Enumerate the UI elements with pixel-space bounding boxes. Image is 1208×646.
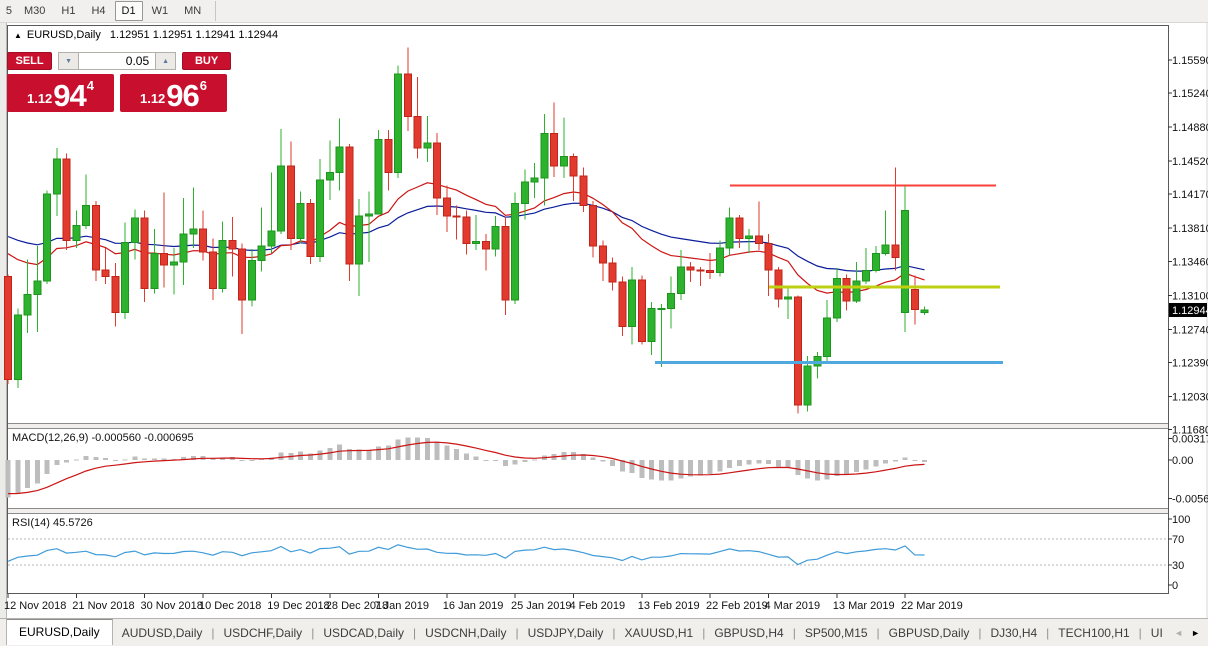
- symbol-tab-bar: EURUSD,DailyAUDUSD,Daily|USDCHF,Daily|US…: [0, 618, 1208, 646]
- toolbar-separator: [215, 1, 216, 21]
- rsi-axis: 100 70 30 0: [1168, 514, 1190, 592]
- sell-price-big: 94: [53, 81, 85, 110]
- svg-text:1.12390: 1.12390: [1172, 357, 1208, 369]
- volume-decrease-icon[interactable]: ▼: [58, 52, 79, 70]
- svg-text:25 Jan 2019: 25 Jan 2019: [511, 600, 572, 612]
- timeframe-button-H4[interactable]: H4: [84, 1, 112, 21]
- buy-button[interactable]: BUY: [182, 52, 231, 70]
- svg-text:1.12030: 1.12030: [1172, 391, 1208, 403]
- svg-text:0.003177: 0.003177: [1172, 433, 1208, 445]
- timeframe-button-MN[interactable]: MN: [177, 1, 208, 21]
- tab-usdcnh-daily[interactable]: USDCNH,Daily: [416, 622, 515, 644]
- svg-text:1.15590: 1.15590: [1172, 55, 1208, 67]
- macd-label: MACD(12,26,9) -0.000560 -0.000695: [12, 432, 194, 444]
- tab-tech100-h1[interactable]: TECH100,H1: [1049, 622, 1138, 644]
- one-click-trading-panel: SELL ▼ 0.05 ▲ BUY 1.12 94 4 1.12 96 6: [7, 52, 231, 112]
- svg-text:1.14170: 1.14170: [1172, 189, 1208, 201]
- timeframe-bar: 5M30H1H4D1W1MN: [0, 1, 209, 21]
- svg-text:1.12944: 1.12944: [1172, 305, 1208, 317]
- rsi-line: [8, 545, 925, 565]
- tab-scroll-right-icon[interactable]: ►: [1191, 628, 1200, 638]
- svg-text:12 Nov 2018: 12 Nov 2018: [4, 600, 66, 612]
- timeframe-button-D1[interactable]: D1: [115, 1, 143, 21]
- chart-shift-icon: ▲: [14, 31, 22, 40]
- svg-text:1.15240: 1.15240: [1172, 88, 1208, 100]
- chart-title: EURUSD,Daily: [27, 29, 101, 41]
- tab-eurusd-daily[interactable]: EURUSD,Daily: [6, 619, 113, 645]
- sell-price-prefix: 1.12: [27, 91, 52, 106]
- buy-price-pipette: 6: [200, 78, 207, 93]
- tab-usdchf-daily[interactable]: USDCHF,Daily: [215, 622, 312, 644]
- tab-scroll-left-icon[interactable]: ◄: [1174, 628, 1183, 638]
- price-axis[interactable]: 1.15590 1.15240 1.14880 1.14520 1.14170 1.138…: [1168, 55, 1208, 437]
- svg-text:30: 30: [1172, 560, 1184, 572]
- symbol-tabs: EURUSD,DailyAUDUSD,Daily|USDCHF,Daily|US…: [0, 619, 1170, 646]
- svg-text:100: 100: [1172, 514, 1190, 526]
- tab-audusd-daily[interactable]: AUDUSD,Daily: [113, 622, 212, 644]
- macd-axis: 0.003177 0.00 -0.005667: [1168, 433, 1208, 505]
- svg-text:70: 70: [1172, 534, 1184, 546]
- sell-button[interactable]: SELL: [7, 52, 52, 70]
- volume-increase-icon[interactable]: ▲: [155, 52, 176, 70]
- tab-usdcad-daily[interactable]: USDCAD,Daily: [314, 622, 413, 644]
- tab-dj30-h4[interactable]: DJ30,H4: [981, 622, 1046, 644]
- svg-text:1.14880: 1.14880: [1172, 122, 1208, 134]
- macd-signal-line: [8, 442, 925, 493]
- svg-text:1.14520: 1.14520: [1172, 156, 1208, 168]
- volume-stepper: ▼ 0.05 ▲: [58, 52, 176, 70]
- tab-gbpusd-daily[interactable]: GBPUSD,Daily: [880, 622, 979, 644]
- timeframe-button-H1[interactable]: H1: [54, 1, 82, 21]
- svg-text:22 Feb 2019: 22 Feb 2019: [706, 600, 768, 612]
- timeframe-toolbar: 5M30H1H4D1W1MN: [0, 0, 1208, 23]
- buy-price-prefix: 1.12: [140, 91, 165, 106]
- tab-ui[interactable]: UI: [1142, 622, 1170, 644]
- svg-text:19 Dec 2018: 19 Dec 2018: [267, 600, 329, 612]
- rsi-label: RSI(14) 45.5726: [12, 517, 93, 529]
- svg-text:10 Dec 2018: 10 Dec 2018: [199, 600, 261, 612]
- svg-text:1.13810: 1.13810: [1172, 223, 1208, 235]
- timeframe-button-M15[interactable]: 5: [1, 1, 15, 21]
- sell-price-box[interactable]: 1.12 94 4: [7, 74, 114, 112]
- svg-text:4 Mar 2019: 4 Mar 2019: [765, 600, 821, 612]
- svg-text:13 Feb 2019: 13 Feb 2019: [638, 600, 700, 612]
- buy-price-big: 96: [166, 81, 198, 110]
- buy-price-box[interactable]: 1.12 96 6: [120, 74, 227, 112]
- svg-text:30 Nov 2018: 30 Nov 2018: [141, 600, 203, 612]
- svg-text:22 Mar 2019: 22 Mar 2019: [901, 600, 963, 612]
- tab-usdjpy-daily[interactable]: USDJPY,Daily: [519, 622, 613, 644]
- svg-text:1.13100: 1.13100: [1172, 290, 1208, 302]
- chart-header: ▲ EURUSD,Daily 1.12951 1.12951 1.12941 1…: [14, 29, 278, 41]
- svg-text:0: 0: [1172, 580, 1178, 592]
- tab-scroll-controls: ◄ ►: [1170, 628, 1208, 638]
- svg-text:7 Jan 2019: 7 Jan 2019: [375, 600, 429, 612]
- tab-xauusd-h1[interactable]: XAUUSD,H1: [616, 622, 703, 644]
- svg-text:0.00: 0.00: [1172, 455, 1193, 467]
- svg-text:21 Nov 2018: 21 Nov 2018: [72, 600, 134, 612]
- tab-sp500-m15[interactable]: SP500,M15: [796, 622, 877, 644]
- timeframe-button-W1[interactable]: W1: [145, 1, 176, 21]
- svg-text:-0.005667: -0.005667: [1172, 494, 1208, 506]
- date-axis[interactable]: 12 Nov 2018 21 Nov 2018 30 Nov 201810 Dec …: [4, 594, 963, 612]
- svg-text:1.13460: 1.13460: [1172, 256, 1208, 268]
- tab-gbpusd-h4[interactable]: GBPUSD,H4: [705, 622, 792, 644]
- svg-text:16 Jan 2019: 16 Jan 2019: [443, 600, 504, 612]
- chart-ohlc-values: 1.12951 1.12951 1.12941 1.12944: [110, 29, 278, 41]
- svg-text:4 Feb 2019: 4 Feb 2019: [570, 600, 626, 612]
- svg-text:13 Mar 2019: 13 Mar 2019: [833, 600, 895, 612]
- timeframe-button-M30[interactable]: M30: [17, 1, 52, 21]
- volume-field[interactable]: 0.05: [79, 52, 155, 70]
- svg-text:1.12740: 1.12740: [1172, 324, 1208, 336]
- sell-price-pipette: 4: [87, 78, 94, 93]
